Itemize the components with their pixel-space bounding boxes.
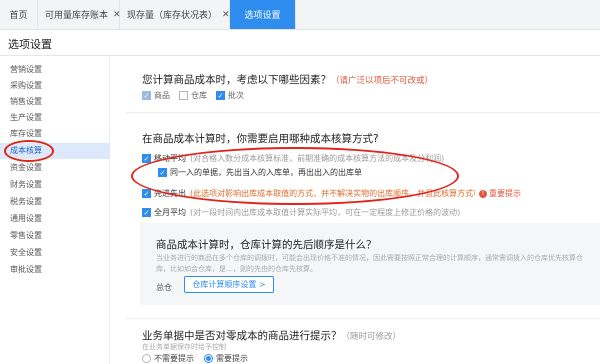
sidebar-item-approval[interactable]: 审批设置	[0, 262, 110, 278]
tab-option-settings[interactable]: 选项设置	[230, 0, 296, 29]
sidebar-item-retail[interactable]: 零售设置	[0, 228, 110, 244]
checkbox-monthly-average[interactable]: ✓	[142, 208, 151, 217]
option-monthly-average[interactable]: ✓ 全月平均 (对一段时间内出库成本取值计算实际平均，可在一定程度上修正价格的波…	[142, 207, 460, 218]
warning-icon: !	[479, 189, 487, 198]
sidebar-item-sales[interactable]: 销售设置	[0, 94, 110, 110]
zero-cost-subtext: 在业务单据保存时给予控制	[142, 343, 226, 351]
sidebar-item-finance[interactable]: 财务设置	[0, 177, 110, 193]
sidebar-item-production[interactable]: 生产设置	[0, 110, 110, 126]
tab-bar: 首页 可用量库存账本 ✕ 现存量（库存状况表） ✕ 选项设置	[0, 0, 600, 30]
sidebar-item-funds[interactable]: 资金设置	[0, 160, 110, 176]
sidebar-item-purchase[interactable]: 采购设置	[0, 78, 110, 94]
checkbox-label: 商品	[154, 91, 170, 100]
warehouse-order-panel: 商品成本计算时，仓库计算的先后顺序是什么？ 当业务进行的商品在多个仓库的调拨时，…	[140, 223, 600, 305]
sidebar-item-marketing[interactable]: 营销设置	[0, 62, 110, 78]
radio-label: 不需要提示	[154, 354, 194, 363]
warehouse-label: 总仓	[156, 283, 172, 292]
option-label: 全月平均	[154, 208, 186, 217]
checkbox-batch[interactable]: ✓	[216, 91, 225, 100]
sidebar: 营销设置 采购设置 销售设置 生产设置 库存设置 成本核算 资金设置 财务设置 …	[0, 56, 110, 364]
checkbox-fifo[interactable]: ✓	[142, 189, 151, 198]
highlight-ellipse	[131, 147, 459, 205]
highlight-circle	[4, 140, 54, 162]
question-text: 业务单据中是否对零成本的商品进行提示？	[142, 330, 342, 342]
checkbox-goods: ✓	[142, 91, 151, 100]
question-hint: （随时可修改）	[341, 332, 402, 342]
page-title: 选项设置	[8, 38, 52, 51]
option-note: (对一段时间内出库成本取值计算实际平均，可在一定程度上修正价格的波动)	[190, 208, 461, 217]
zero-cost-radio-group: 不需要提示 需要提示	[142, 353, 248, 364]
tab-label: 现存量（库存状况表）	[127, 11, 218, 21]
tab-label: 首页	[9, 11, 28, 21]
checkbox-warehouse[interactable]	[179, 91, 188, 100]
sidebar-item-general[interactable]: 通用设置	[0, 211, 110, 227]
divider	[126, 112, 600, 113]
tab-available-stock-ledger[interactable]: 可用量库存账本 ✕	[38, 0, 121, 29]
sidebar-item-tax[interactable]: 税务设置	[0, 194, 110, 210]
warehouse-order-settings-button[interactable]: 仓库计算顺序设置 >	[184, 276, 274, 293]
question-text: 您计算商品成本时，考虑以下哪些因素？	[142, 74, 331, 86]
cost-factors-question: 您计算商品成本时，考虑以下哪些因素？（请广泛以项后不可改或）	[142, 72, 433, 87]
radio-label: 需要提示	[216, 354, 248, 363]
divider	[126, 318, 600, 319]
tab-label: 选项设置	[244, 11, 281, 21]
tab-label: 可用量库存账本	[45, 11, 109, 21]
radio-no-prompt[interactable]	[142, 354, 151, 363]
panel-description: 当业务进行的商品在多个仓库的调拨时，可能会出现价格不准的情况，因此需要按照正常合…	[156, 254, 583, 273]
panel-title: 商品成本计算时，仓库计算的先后顺序是什么？	[156, 239, 377, 251]
cost-factors-options: ✓ 商品 仓库 ✓ 批次	[142, 90, 244, 101]
radio-prompt[interactable]	[204, 354, 213, 363]
sidebar-item-security[interactable]: 安全设置	[0, 245, 110, 261]
zero-cost-question: 业务单据中是否对零成本的商品进行提示？（随时可修改）	[142, 328, 401, 343]
close-icon[interactable]: ✕	[222, 10, 230, 20]
important-notice-link[interactable]: ! 重要提示	[479, 188, 521, 199]
checkbox-label: 批次	[228, 91, 244, 100]
warning-label: 重要提示	[489, 189, 521, 198]
sidebar-item-inventory[interactable]: 库存设置	[0, 126, 110, 142]
tab-home[interactable]: 首页	[0, 0, 38, 29]
cost-method-question: 在商品成本计算时，你需要启用哪种成本核算方式?	[142, 133, 379, 145]
question-hint: （请广泛以项后不可改或）	[331, 76, 434, 86]
tab-current-stock[interactable]: 现存量（库存状况表） ✕	[120, 0, 230, 29]
checkbox-label: 仓库	[191, 91, 207, 100]
